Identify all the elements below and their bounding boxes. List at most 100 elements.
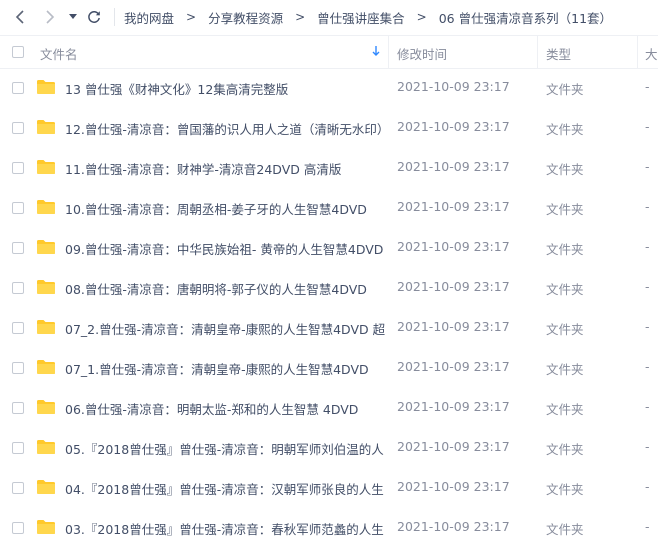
- file-name[interactable]: 08.曾仕强-清凉音：唐朝明将-郭子仪的人生智慧4DVD: [65, 279, 367, 298]
- row-checkbox[interactable]: [12, 402, 24, 414]
- row-checkbox[interactable]: [12, 162, 24, 174]
- file-size: -: [645, 159, 650, 174]
- folder-icon: [37, 80, 55, 94]
- file-name[interactable]: 12.曾仕强-清凉音：曾国藩的识人用人之道（清晰无水印）: [65, 119, 385, 138]
- file-type: 文件夹: [546, 442, 584, 457]
- row-checkbox[interactable]: [12, 282, 24, 294]
- file-size: -: [645, 359, 650, 374]
- file-modified-time: 2021-10-09 23:17: [397, 399, 510, 414]
- file-modified-time: 2021-10-09 23:17: [397, 199, 510, 214]
- folder-icon: [37, 240, 55, 254]
- sort-descending-icon[interactable]: [372, 46, 380, 56]
- folder-icon: [37, 480, 55, 494]
- file-type: 文件夹: [546, 242, 584, 257]
- folder-icon: [37, 320, 55, 334]
- column-header: 文件名 修改时间 类型 大: [0, 35, 658, 69]
- file-type: 文件夹: [546, 162, 584, 177]
- file-modified-time: 2021-10-09 23:17: [397, 239, 510, 254]
- file-size: -: [645, 239, 650, 254]
- file-size: -: [645, 199, 650, 214]
- file-type: 文件夹: [546, 282, 584, 297]
- file-row[interactable]: 07_1.曾仕强-清凉音：清朝皇帝-康熙的人生智慧4DVD 2021-10-09…: [0, 348, 658, 388]
- column-modified[interactable]: 修改时间: [397, 44, 447, 63]
- file-name[interactable]: 13 曾仕强《财神文化》12集高清完整版: [65, 79, 288, 98]
- file-row[interactable]: 08.曾仕强-清凉音：唐朝明将-郭子仪的人生智慧4DVD 2021-10-09 …: [0, 268, 658, 308]
- file-name[interactable]: 10.曾仕强-清凉音：周朝丞相-姜子牙的人生智慧4DVD: [65, 199, 367, 218]
- refresh-button[interactable]: [84, 5, 104, 29]
- breadcrumb-item[interactable]: 曾仕强讲座集合: [317, 8, 405, 27]
- column-size[interactable]: 大: [645, 44, 658, 63]
- row-checkbox[interactable]: [12, 442, 24, 454]
- nav-divider: [114, 8, 115, 26]
- row-checkbox[interactable]: [12, 362, 24, 374]
- file-modified-time: 2021-10-09 23:17: [397, 279, 510, 294]
- row-checkbox[interactable]: [12, 522, 24, 534]
- file-modified-time: 2021-10-09 23:17: [397, 119, 510, 134]
- file-row[interactable]: 04.『2018曾仕强』曾仕强-清凉音：汉朝军师张良的人生... 2021-10…: [0, 468, 658, 508]
- file-row[interactable]: 11.曾仕强-清凉音：财神学-清凉音24DVD 高清版 2021-10-09 2…: [0, 148, 658, 188]
- breadcrumb-item[interactable]: 分享教程资源: [208, 8, 283, 27]
- file-name[interactable]: 07_2.曾仕强-清凉音：清朝皇帝-康熙的人生智慧4DVD 超...: [65, 319, 385, 338]
- breadcrumb-separator: >: [186, 10, 197, 24]
- forward-button[interactable]: [40, 5, 60, 29]
- breadcrumb-current[interactable]: 06 曾仕强清凉音系列（11套）: [439, 8, 612, 27]
- folder-icon: [37, 400, 55, 414]
- file-row[interactable]: 07_2.曾仕强-清凉音：清朝皇帝-康熙的人生智慧4DVD 超... 2021-…: [0, 308, 658, 348]
- row-checkbox[interactable]: [12, 82, 24, 94]
- file-name[interactable]: 05.『2018曾仕强』曾仕强-清凉音：明朝军师刘伯温的人...: [65, 439, 385, 458]
- back-button[interactable]: [10, 5, 30, 29]
- chevron-left-icon: [15, 10, 24, 24]
- file-modified-time: 2021-10-09 23:17: [397, 439, 510, 454]
- column-type[interactable]: 类型: [546, 44, 571, 63]
- breadcrumb: 我的网盘 > 分享教程资源 > 曾仕强讲座集合 > 06 曾仕强清凉音系列（11…: [124, 0, 612, 34]
- folder-icon: [37, 520, 55, 534]
- chevron-right-icon: [46, 10, 55, 24]
- column-divider[interactable]: [637, 36, 638, 68]
- file-row[interactable]: 12.曾仕强-清凉音：曾国藩的识人用人之道（清晰无水印） 2021-10-09 …: [0, 108, 658, 148]
- file-type: 文件夹: [546, 122, 584, 137]
- file-name[interactable]: 09.曾仕强-清凉音：中华民族始祖- 黄帝的人生智慧4DVD: [65, 239, 383, 258]
- file-modified-time: 2021-10-09 23:17: [397, 519, 510, 534]
- caret-down-icon: [69, 14, 77, 19]
- file-name[interactable]: 06.曾仕强-清凉音：明朝太监-郑和的人生智慧 4DVD: [65, 399, 358, 418]
- refresh-icon: [88, 11, 100, 23]
- row-checkbox[interactable]: [12, 322, 24, 334]
- file-name[interactable]: 04.『2018曾仕强』曾仕强-清凉音：汉朝军师张良的人生...: [65, 479, 385, 498]
- file-list: 13 曾仕强《财神文化》12集高清完整版 2021-10-09 23:17 文件…: [0, 68, 658, 547]
- file-name[interactable]: 03.『2018曾仕强』曾仕强-清凉音：春秋军师范蠡的人生...: [65, 519, 385, 538]
- file-type: 文件夹: [546, 322, 584, 337]
- folder-icon: [37, 200, 55, 214]
- file-modified-time: 2021-10-09 23:17: [397, 79, 510, 94]
- row-checkbox[interactable]: [12, 202, 24, 214]
- select-all-checkbox[interactable]: [12, 46, 24, 58]
- column-divider[interactable]: [388, 36, 389, 68]
- file-row[interactable]: 10.曾仕强-清凉音：周朝丞相-姜子牙的人生智慧4DVD 2021-10-09 …: [0, 188, 658, 228]
- file-browser: 我的网盘 > 分享教程资源 > 曾仕强讲座集合 > 06 曾仕强清凉音系列（11…: [0, 0, 658, 547]
- folder-icon: [37, 160, 55, 174]
- file-type: 文件夹: [546, 202, 584, 217]
- file-row[interactable]: 13 曾仕强《财神文化》12集高清完整版 2021-10-09 23:17 文件…: [0, 68, 658, 108]
- file-size: -: [645, 279, 650, 294]
- file-row[interactable]: 09.曾仕强-清凉音：中华民族始祖- 黄帝的人生智慧4DVD 2021-10-0…: [0, 228, 658, 268]
- file-row[interactable]: 05.『2018曾仕强』曾仕强-清凉音：明朝军师刘伯温的人... 2021-10…: [0, 428, 658, 468]
- row-checkbox[interactable]: [12, 122, 24, 134]
- history-dropdown-button[interactable]: [66, 5, 80, 29]
- file-row[interactable]: 06.曾仕强-清凉音：明朝太监-郑和的人生智慧 4DVD 2021-10-09 …: [0, 388, 658, 428]
- file-type: 文件夹: [546, 482, 584, 497]
- file-type: 文件夹: [546, 402, 584, 417]
- column-name[interactable]: 文件名: [40, 44, 78, 63]
- file-modified-time: 2021-10-09 23:17: [397, 479, 510, 494]
- file-size: -: [645, 319, 650, 334]
- file-name[interactable]: 11.曾仕强-清凉音：财神学-清凉音24DVD 高清版: [65, 159, 341, 178]
- file-name[interactable]: 07_1.曾仕强-清凉音：清朝皇帝-康熙的人生智慧4DVD: [65, 359, 369, 378]
- column-divider[interactable]: [537, 36, 538, 68]
- row-checkbox[interactable]: [12, 482, 24, 494]
- file-type: 文件夹: [546, 82, 584, 97]
- folder-icon: [37, 360, 55, 374]
- file-modified-time: 2021-10-09 23:17: [397, 319, 510, 334]
- folder-icon: [37, 120, 55, 134]
- row-checkbox[interactable]: [12, 242, 24, 254]
- file-modified-time: 2021-10-09 23:17: [397, 159, 510, 174]
- breadcrumb-item[interactable]: 我的网盘: [124, 8, 174, 27]
- file-row[interactable]: 03.『2018曾仕强』曾仕强-清凉音：春秋军师范蠡的人生... 2021-10…: [0, 508, 658, 547]
